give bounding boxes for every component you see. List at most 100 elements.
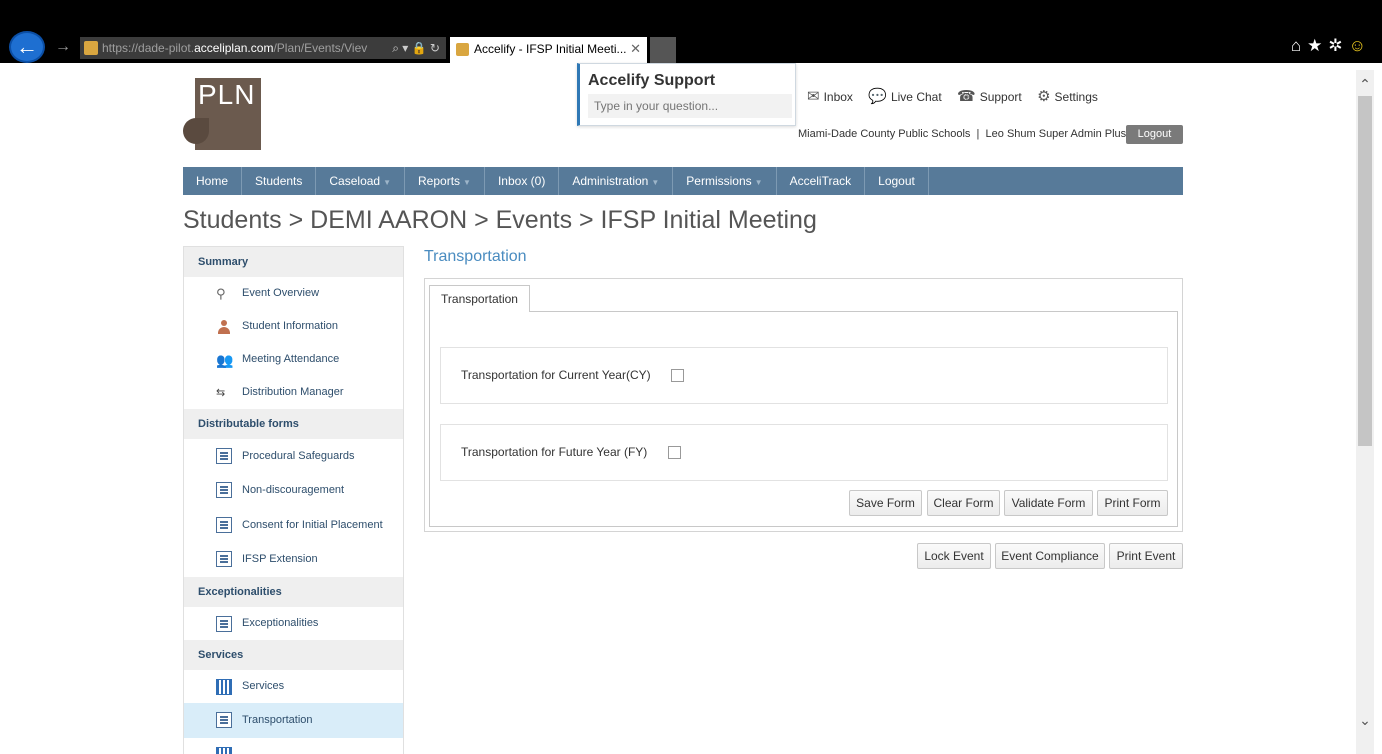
- form-list-icon: [216, 712, 232, 728]
- tab-title: Accelify - IFSP Initial Meeti...: [474, 42, 627, 56]
- pln-logo[interactable]: PLN: [183, 78, 261, 150]
- url-rest: /Plan/Events/Viev: [273, 41, 368, 55]
- lock-event-button[interactable]: Lock Event: [917, 543, 991, 569]
- forward-arrow-icon[interactable]: →: [55, 38, 71, 56]
- current-year-checkbox[interactable]: [671, 369, 684, 382]
- sidebar-item-label: Exceptionalities: [242, 617, 319, 629]
- sidebar-item-event-overview[interactable]: ⚲ Event Overview: [184, 277, 403, 310]
- sidebar-item-label: Services: [242, 680, 285, 692]
- breadcrumb: Students > DEMI AARON > Events > IFSP In…: [183, 206, 817, 234]
- chevron-down-icon: ▼: [651, 178, 660, 187]
- sidebar-item-consent-initial-placement[interactable]: Consent for Initial Placement: [184, 508, 403, 542]
- sidebar-item-label: Consent for Initial Placement: [242, 519, 383, 531]
- tab-transportation[interactable]: Transportation: [429, 285, 530, 312]
- support-question-input[interactable]: [588, 94, 792, 118]
- scroll-thumb[interactable]: [1358, 96, 1372, 446]
- support-link[interactable]: ☎ Support: [957, 88, 1022, 105]
- gear-icon[interactable]: ✲: [1328, 36, 1348, 55]
- print-event-button[interactable]: Print Event: [1109, 543, 1183, 569]
- user-name: Leo Shum Super Admin Plus: [985, 128, 1127, 140]
- accelify-support-widget: Accelify Support: [577, 63, 796, 126]
- clear-form-button[interactable]: Clear Form: [927, 490, 1000, 516]
- nav-logout-label: Logout: [878, 174, 915, 188]
- support-label: Support: [979, 90, 1022, 104]
- nav-home[interactable]: Home: [183, 167, 243, 195]
- support-title: Accelify Support: [588, 72, 716, 89]
- top-links: ✉ Inbox 💬 Live Chat ☎ Support ⚙ Settings: [807, 87, 1110, 105]
- header-logout-button[interactable]: Logout: [1126, 125, 1183, 144]
- address-bar[interactable]: https://dade-pilot.acceliplan.com/Plan/E…: [80, 37, 446, 59]
- user-line: Miami-Dade County Public Schools | Leo S…: [798, 128, 1126, 140]
- back-arrow-icon[interactable]: ←: [9, 31, 45, 63]
- print-form-button[interactable]: Print Form: [1097, 490, 1168, 516]
- smiley-icon[interactable]: ☺: [1349, 36, 1372, 55]
- org-name: Miami-Dade County Public Schools: [798, 128, 971, 140]
- sidebar-item-non-discouragement[interactable]: Non-discouragement: [184, 473, 403, 508]
- logo-leaf-icon: [183, 118, 209, 144]
- browser-tab-active[interactable]: Accelify - IFSP Initial Meeti... ✕: [450, 37, 647, 63]
- tab-favicon-icon: [456, 43, 469, 56]
- chevron-down-icon: ▼: [463, 178, 471, 187]
- nav-reports[interactable]: Reports ▼: [405, 167, 485, 195]
- nav-accelitrack-label: AcceliTrack: [789, 174, 852, 188]
- page-scrollbar[interactable]: ⌃ ⌄: [1356, 70, 1374, 754]
- validate-form-button[interactable]: Validate Form: [1004, 490, 1093, 516]
- nav-students[interactable]: Students: [242, 167, 317, 195]
- sidebar-item-exceptionalities[interactable]: Exceptionalities: [184, 607, 403, 640]
- browser-toolbar-icons: ⌂★✲☺: [1291, 36, 1372, 56]
- sidebar-item-label: Event Overview: [242, 287, 320, 299]
- sidebar-item-transportation[interactable]: Transportation: [184, 703, 403, 738]
- sidebar-item-meeting-attendance[interactable]: 👥 Meeting Attendance: [184, 343, 403, 376]
- nav-administration[interactable]: Administration ▼: [559, 167, 674, 195]
- nav-inbox[interactable]: Inbox (0): [485, 167, 560, 195]
- nav-permissions-label: Permissions: [686, 174, 752, 188]
- browser-chrome: ← → https://dade-pilot.acceliplan.com/Pl…: [0, 0, 1382, 63]
- current-year-label: Transportation for Current Year(CY): [461, 368, 651, 382]
- form-list-icon: [216, 482, 232, 498]
- sidebar: Summary ⚲ Event Overview Student Informat…: [183, 246, 404, 754]
- settings-link[interactable]: ⚙ Settings: [1037, 88, 1098, 105]
- nav-caseload[interactable]: Caseload ▼: [316, 167, 406, 195]
- nav-accelitrack[interactable]: AcceliTrack: [777, 167, 866, 195]
- sidebar-item-partial[interactable]: [184, 738, 403, 754]
- envelope-icon: ✉: [807, 88, 820, 105]
- sidebar-section-services: Services: [184, 640, 403, 670]
- save-form-button[interactable]: Save Form: [849, 490, 922, 516]
- inbox-link[interactable]: ✉ Inbox: [807, 88, 853, 105]
- settings-gear-icon: ⚙: [1037, 88, 1051, 105]
- home-icon[interactable]: ⌂: [1291, 36, 1307, 55]
- address-tools-icons[interactable]: ⌕ ▾ 🔒 ↻: [392, 37, 440, 59]
- event-compliance-button[interactable]: Event Compliance: [995, 543, 1105, 569]
- sidebar-section-exceptionalities: Exceptionalities: [184, 577, 403, 607]
- nav-home-label: Home: [196, 174, 229, 188]
- settings-label: Settings: [1054, 90, 1098, 104]
- live-chat-label: Live Chat: [890, 90, 942, 104]
- sidebar-item-label: Meeting Attendance: [242, 353, 340, 365]
- future-year-checkbox[interactable]: [668, 446, 681, 459]
- scroll-down-icon[interactable]: ⌄: [1356, 712, 1374, 729]
- sidebar-item-procedural-safeguards[interactable]: Procedural Safeguards: [184, 439, 403, 473]
- nav-logout[interactable]: Logout: [865, 167, 929, 195]
- magnifier-icon: ⚲: [216, 286, 226, 301]
- group-icon: 👥: [216, 352, 234, 368]
- sidebar-item-student-information[interactable]: Student Information: [184, 310, 403, 343]
- sidebar-item-label: Non-discouragement: [242, 484, 345, 496]
- phone-icon: ☎: [957, 88, 976, 105]
- tab-content: Transportation for Current Year(CY) Tran…: [429, 311, 1178, 527]
- live-chat-link[interactable]: 💬 Live Chat: [868, 88, 942, 105]
- star-icon[interactable]: ★: [1307, 36, 1328, 55]
- scroll-up-icon[interactable]: ⌃: [1356, 76, 1374, 93]
- new-tab-button[interactable]: [650, 37, 676, 63]
- sidebar-item-distribution-manager[interactable]: ⇆ Distribution Manager: [184, 376, 403, 409]
- nav-administration-label: Administration: [572, 174, 649, 188]
- chevron-down-icon: ▼: [754, 178, 763, 187]
- sidebar-item-ifsp-extension[interactable]: IFSP Extension: [184, 542, 403, 577]
- field-future-year: Transportation for Future Year (FY): [440, 424, 1168, 481]
- sidebar-item-label: Transportation: [242, 714, 313, 726]
- sidebar-item-label: IFSP Extension: [242, 553, 318, 565]
- sidebar-section-summary: Summary: [184, 247, 403, 277]
- nav-permissions[interactable]: Permissions ▼: [673, 167, 777, 195]
- chat-bubbles-icon: 💬: [868, 88, 887, 105]
- sidebar-item-services[interactable]: Services: [184, 670, 403, 703]
- tab-close-icon[interactable]: ✕: [630, 37, 641, 61]
